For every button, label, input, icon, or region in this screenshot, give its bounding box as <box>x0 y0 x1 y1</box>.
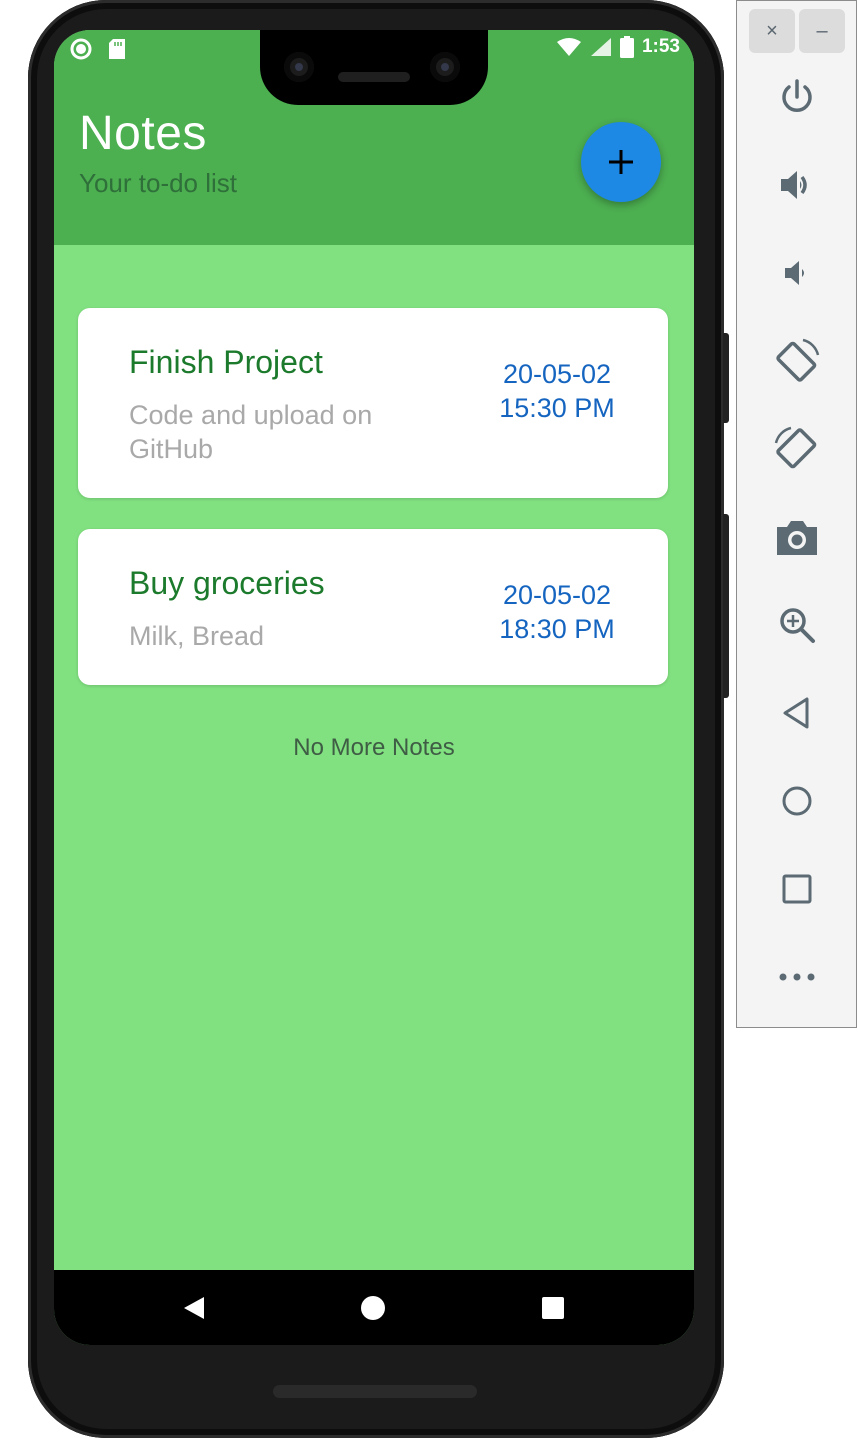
note-datetime: 20-05-02 18:30 PM <box>482 578 632 646</box>
nav-back-button[interactable] <box>178 1292 210 1324</box>
front-camera <box>284 52 314 82</box>
power-icon <box>782 79 812 112</box>
close-button[interactable]: × <box>749 9 795 53</box>
app-screen: Notes Your to-do list 1:53 Finish Projec… <box>54 30 694 1345</box>
more-button[interactable] <box>767 947 827 1007</box>
earpiece-speaker <box>338 72 410 82</box>
plus-icon <box>609 150 633 174</box>
more-icon <box>779 973 815 981</box>
zoom-icon <box>780 608 815 643</box>
status-time: 1:53 <box>641 36 680 57</box>
overview-button[interactable] <box>767 859 827 919</box>
end-of-list-message: No More Notes <box>293 734 455 761</box>
recents-icon <box>542 1297 564 1319</box>
front-camera <box>430 52 460 82</box>
close-icon: × <box>766 19 778 42</box>
note-title: Finish Project <box>129 344 323 380</box>
volume-up-button[interactable] <box>767 155 827 215</box>
signal-icon <box>590 38 611 56</box>
note-card[interactable]: Finish Project Code and upload on GitHub… <box>78 308 668 498</box>
note-datetime: 20-05-02 15:30 PM <box>482 357 632 425</box>
home-icon <box>782 786 812 816</box>
home-button[interactable] <box>767 771 827 831</box>
note-card[interactable]: Buy groceries Milk, Bread 20-05-02 18:30… <box>78 529 668 685</box>
nav-recents-button[interactable] <box>537 1292 569 1324</box>
volume-up-icon <box>781 171 807 199</box>
phone-volume-keys <box>723 514 729 698</box>
battery-icon <box>619 36 634 58</box>
note-time: 18:30 PM <box>499 614 615 644</box>
rotate-right-button[interactable] <box>767 419 827 479</box>
sync-icon <box>70 38 92 60</box>
page-title: Notes <box>79 107 207 160</box>
minimize-icon: – <box>816 19 828 42</box>
overview-icon <box>782 874 812 904</box>
camera-icon <box>777 521 817 555</box>
phone-notch <box>260 30 488 105</box>
note-description: Code and upload on GitHub <box>129 400 373 464</box>
back-icon <box>184 1297 204 1319</box>
note-date: 20-05-02 <box>502 580 612 610</box>
minimize-button[interactable]: – <box>799 9 845 53</box>
phone-power-key <box>723 333 729 423</box>
add-note-button[interactable] <box>581 122 661 202</box>
note-time: 15:30 PM <box>499 393 615 423</box>
note-title: Buy groceries <box>129 565 325 601</box>
rotate-right-icon <box>774 426 817 469</box>
rotate-left-icon <box>776 338 820 382</box>
wifi-icon <box>556 38 581 56</box>
note-date: 20-05-02 <box>502 359 612 389</box>
rotate-left-button[interactable] <box>767 331 827 391</box>
emulator-toolbar: × – <box>736 0 857 1028</box>
back-button[interactable] <box>767 683 827 743</box>
back-icon <box>783 697 809 729</box>
system-nav-bar <box>54 1270 694 1345</box>
volume-down-button[interactable] <box>767 243 827 303</box>
nav-home-button[interactable] <box>357 1292 389 1324</box>
home-icon <box>361 1296 385 1320</box>
note-description: Milk, Bread <box>129 621 265 651</box>
bottom-speaker <box>273 1385 477 1398</box>
sd-card-icon <box>109 39 125 59</box>
volume-down-icon <box>785 261 804 285</box>
screenshot-button[interactable] <box>767 507 827 567</box>
zoom-button[interactable] <box>767 595 827 655</box>
power-button[interactable] <box>767 67 827 127</box>
page-subtitle: Your to-do list <box>79 168 238 198</box>
